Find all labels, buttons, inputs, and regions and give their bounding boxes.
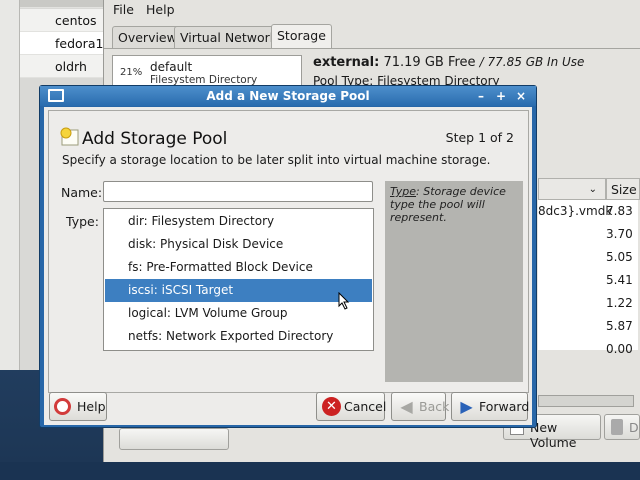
volume-size-cell: 3.70 [606, 227, 633, 241]
volume-size-cell: 1.22 [606, 296, 633, 310]
cancel-button[interactable]: ✕ Cancel [316, 392, 387, 421]
host-list-strip [0, 0, 20, 370]
forward-arrow-icon: ▶ [460, 397, 473, 416]
tab-underline [104, 48, 640, 49]
desktop-bottom-edge [0, 462, 640, 480]
pool-toolbar [119, 428, 229, 450]
menu-file-label: File [113, 2, 134, 17]
window-menu-icon[interactable] [48, 89, 64, 102]
dialog-titlebar[interactable]: Add a New Storage Pool – + × [40, 86, 536, 106]
dialog-heading: Add Storage Pool [82, 129, 228, 149]
tab-storage-label: Storage [277, 28, 326, 43]
volume-size-cell: 5.41 [606, 273, 633, 287]
sort-chevron-icon: ⌄ [588, 184, 597, 195]
name-input[interactable] [103, 181, 373, 202]
menu-file[interactable]: File [113, 2, 134, 17]
type-list[interactable]: dir: Filesystem Directory disk: Physical… [103, 208, 374, 351]
type-option-label: logical: LVM Volume Group [128, 306, 288, 320]
dialog-content-frame: Add Storage Pool Step 1 of 2 Specify a s… [48, 110, 529, 393]
type-option-label: iscsi: iSCSI Target [128, 283, 234, 297]
add-storage-pool-dialog: Add a New Storage Pool – + × Add Storage… [39, 85, 537, 428]
type-option-label: disk: Physical Disk Device [128, 237, 284, 251]
tab-storage[interactable]: Storage [271, 24, 332, 49]
tab-virtual-networks-label: Virtual Networks [180, 30, 284, 45]
host-item-label: oldrh [55, 59, 87, 74]
volume-size-cell: 0.00 [606, 342, 633, 356]
minimize-icon[interactable]: – [474, 89, 488, 103]
delete-volume-label: D [629, 420, 639, 435]
type-option-fs[interactable]: fs: Pre-Formatted Block Device [105, 256, 372, 279]
host-item-centos[interactable]: centos [20, 9, 112, 32]
type-option-disk[interactable]: disk: Physical Disk Device [105, 233, 372, 256]
pool-name: external: [313, 55, 380, 70]
volume-size-cell: 5.87 [606, 319, 633, 333]
help-icon [54, 398, 71, 415]
pool-inuse: / 77.85 GB In Use [479, 55, 585, 69]
type-option-logical[interactable]: logical: LVM Volume Group [105, 302, 372, 325]
storage-pool-icon [60, 127, 79, 146]
back-arrow-icon: ◀ [400, 397, 413, 416]
back-button-label: Back [419, 399, 450, 414]
type-option-dir[interactable]: dir: Filesystem Directory [105, 210, 372, 233]
pool-usage-percent: 21% [120, 67, 143, 78]
host-list-header [20, 0, 112, 8]
volume-size-cell: 5.05 [606, 250, 633, 264]
pool-item-name: default [150, 60, 193, 74]
pool-free: 71.19 GB Free [383, 55, 476, 70]
dialog-body: Add Storage Pool Step 1 of 2 Specify a s… [44, 107, 532, 425]
type-option-iscsi[interactable]: iscsi: iSCSI Target [105, 279, 372, 302]
volume-header-size-label: Size [611, 182, 637, 197]
volume-header-name[interactable]: ⌄ [538, 178, 606, 200]
close-icon[interactable]: × [514, 89, 528, 103]
host-item-fedora11[interactable]: fedora11 [20, 32, 112, 55]
host-item-oldrh[interactable]: oldrh [20, 55, 112, 78]
pool-summary: external: 71.19 GB Free / 77.85 GB In Us… [313, 55, 584, 70]
maximize-icon[interactable]: + [494, 89, 508, 103]
trash-icon [611, 419, 623, 435]
menu-help[interactable]: Help [146, 2, 175, 17]
dialog-subtitle: Specify a storage location to be later s… [62, 153, 491, 167]
menu-help-label: Help [146, 2, 175, 17]
help-button-label: Help [77, 399, 106, 414]
type-option-label: dir: Filesystem Directory [128, 214, 275, 228]
help-description: Type: Storage device type the pool will … [385, 181, 523, 382]
volume-header-size[interactable]: Size [606, 178, 640, 200]
type-option-label: fs: Pre-Formatted Block Device [128, 260, 313, 274]
forward-button[interactable]: ▶ Forward [451, 392, 530, 421]
name-label: Name: [61, 185, 103, 200]
forward-button-label: Forward [479, 399, 530, 414]
type-label: Type: [66, 214, 99, 229]
step-indicator: Step 1 of 2 [445, 130, 514, 145]
type-option-label: netfs: Network Exported Directory [128, 329, 334, 343]
dialog-window-title: Add a New Storage Pool [206, 89, 370, 103]
type-option-netfs[interactable]: netfs: Network Exported Directory [105, 325, 372, 348]
help-button[interactable]: Help [49, 392, 107, 421]
back-button[interactable]: ◀ Back [391, 392, 450, 421]
cancel-icon: ✕ [322, 397, 341, 416]
delete-volume-button[interactable]: D [604, 414, 640, 440]
mouse-cursor-icon [338, 292, 350, 310]
volume-size-cell: 7.83 [606, 204, 633, 218]
help-term: Type [390, 185, 417, 198]
volume-hscrollbar[interactable] [538, 395, 634, 407]
tab-overview-label: Overview [118, 30, 177, 45]
host-item-label: centos [55, 13, 97, 28]
cancel-button-label: Cancel [344, 399, 387, 414]
volume-name-cell: 8dc3}.vmdk [538, 204, 613, 218]
tab-overview[interactable]: Overview [112, 26, 183, 48]
new-volume-label: New Volume [530, 420, 577, 450]
